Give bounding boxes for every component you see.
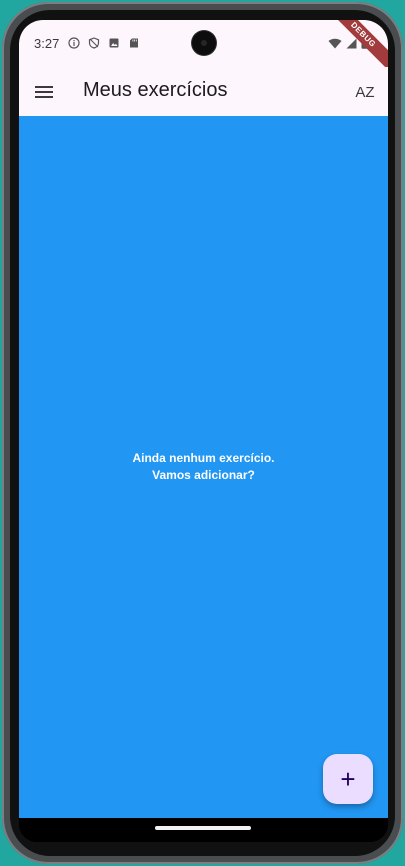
empty-state-message: Ainda nenhum exercício. Vamos adicionar?: [19, 450, 388, 484]
status-notification-icons: [68, 37, 140, 49]
home-gesture-pill[interactable]: [155, 826, 251, 830]
wifi-icon: [328, 38, 342, 48]
menu-icon: [35, 86, 53, 98]
info-icon: [68, 37, 80, 49]
empty-state-line-2: Vamos adicionar?: [152, 468, 255, 482]
front-camera: [192, 31, 216, 55]
empty-state-line-1: Ainda nenhum exercício.: [132, 451, 275, 465]
add-exercise-button[interactable]: +: [323, 754, 373, 804]
sort-az-icon: AZ: [355, 83, 375, 101]
exercise-list-area: Ainda nenhum exercício. Vamos adicionar?…: [19, 116, 388, 818]
status-time: 3:27: [34, 36, 60, 51]
device-screen: 3:27 DEBUG Meus exercícios AZ Ainda nenh…: [19, 20, 388, 842]
app-bar: Meus exercícios AZ: [19, 67, 388, 116]
menu-button[interactable]: [31, 79, 57, 105]
page-title: Meus exercícios: [83, 79, 228, 101]
shield-icon: [88, 37, 100, 49]
system-navigation-bar: [19, 818, 388, 842]
signal-icon: [346, 38, 357, 48]
sort-button[interactable]: AZ: [352, 79, 378, 105]
photo-icon: [109, 38, 119, 48]
sd-card-icon: [130, 38, 138, 48]
plus-icon: +: [340, 764, 356, 794]
status-bar: 3:27 DEBUG: [19, 20, 388, 76]
